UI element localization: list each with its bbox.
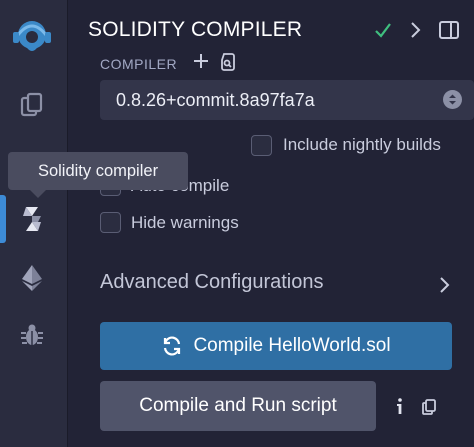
nightly-builds-label: Include nightly builds [283,135,441,154]
compiler-panel: SOLIDITY COMPILER COMPILER 0.8.26+commit… [68,0,474,447]
icon-sidebar [0,0,68,447]
run-script-label: Compile and Run script [139,395,337,416]
advanced-chevron-icon[interactable] [438,274,452,301]
compiler-label: COMPILER [100,56,178,72]
checkmark-icon [374,19,392,46]
tooltip-text: Solidity compiler [37,161,159,180]
solidity-compiler-icon[interactable] [0,195,64,243]
compile-button-label: Compile HelloWorld.sol [193,335,391,356]
compiler-version-select[interactable]: 0.8.26+commit.8a97fa7a [100,80,474,120]
nightly-builds-checkbox[interactable] [251,135,272,156]
chevron-right-icon[interactable] [409,19,423,46]
hide-warnings-label: Hide warnings [131,213,239,232]
panel-toggle-icon[interactable] [438,19,460,46]
add-compiler-icon[interactable] [192,52,210,75]
sidebar-tooltip: Solidity compiler [8,152,188,198]
debugger-icon[interactable] [0,311,64,359]
file-explorer-icon[interactable] [0,80,64,128]
remix-logo-icon[interactable] [0,14,64,62]
refresh-icon [164,336,181,356]
compile-button[interactable]: Compile HelloWorld.sol [100,322,452,370]
hide-warnings-checkbox[interactable] [100,212,121,233]
deploy-run-icon[interactable] [0,254,64,302]
panel-title: SOLIDITY COMPILER [88,18,303,41]
copy-icon[interactable] [421,398,437,421]
compiler-version-value: 0.8.26+commit.8a97fa7a [116,90,315,110]
advanced-config-toggle[interactable]: Advanced Configurations [100,271,323,294]
info-icon[interactable] [394,396,406,421]
compile-run-script-button[interactable]: Compile and Run script [100,381,376,431]
load-file-icon[interactable] [218,52,238,77]
select-arrows-icon [443,90,462,109]
